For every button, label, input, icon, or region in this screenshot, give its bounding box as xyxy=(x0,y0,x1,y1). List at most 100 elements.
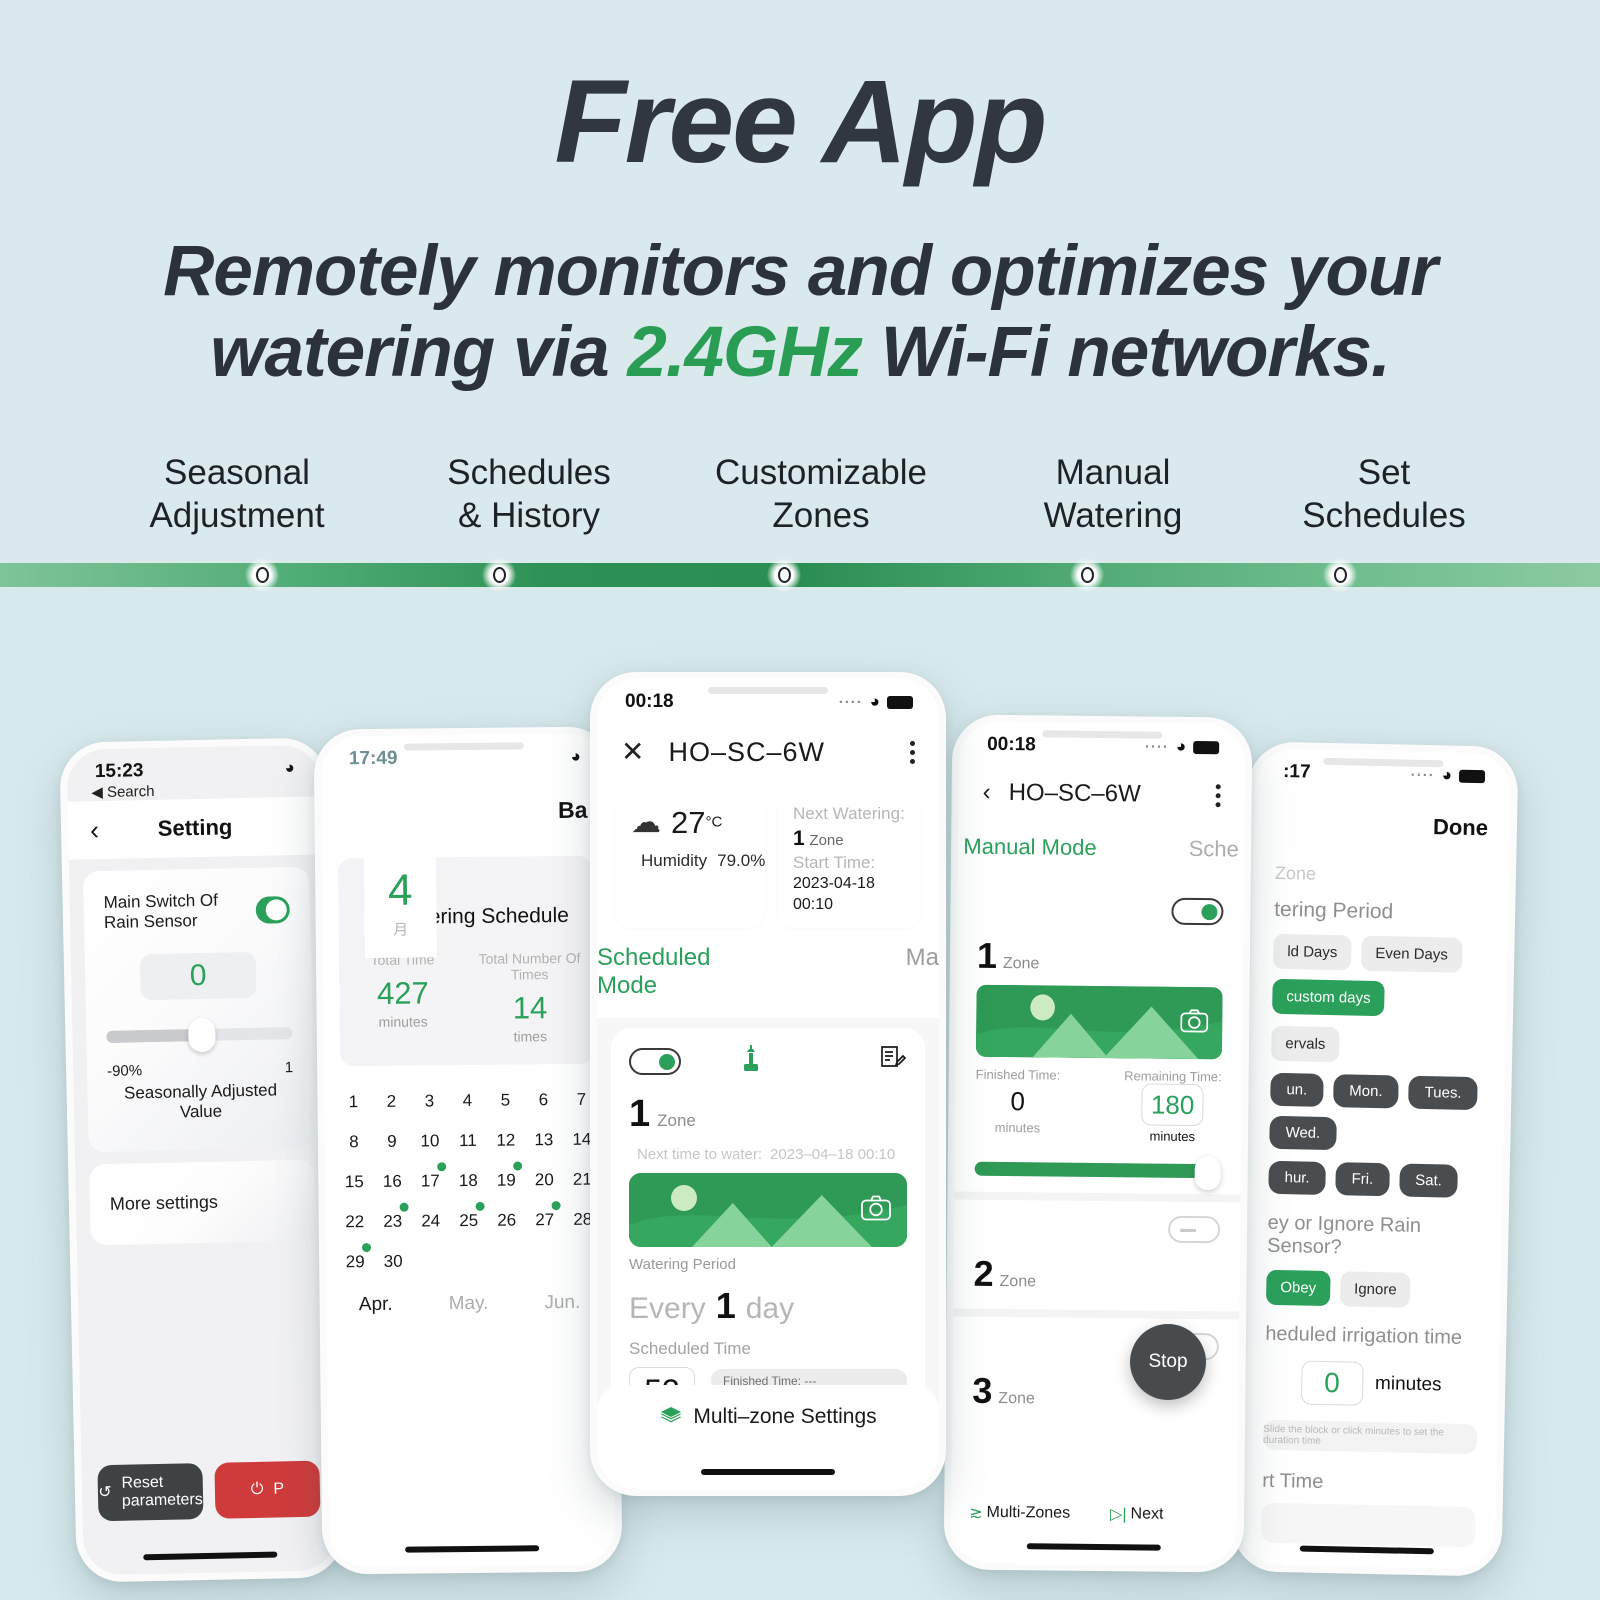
nav-back-label[interactable]: Ba xyxy=(558,796,588,823)
tab-manual-mode[interactable]: Manual Mode xyxy=(963,834,1097,861)
calendar-day[interactable]: 13 xyxy=(525,1130,563,1150)
sprinkler-icon xyxy=(736,1044,766,1079)
day-number: 2 xyxy=(386,1091,397,1111)
calendar-day[interactable]: 11 xyxy=(449,1131,487,1151)
zone-number-row: 1 Zone xyxy=(629,1093,907,1136)
calendar-day-empty xyxy=(450,1251,488,1271)
calendar-day[interactable]: 30 xyxy=(374,1252,412,1272)
next-button[interactable]: ▷| Next xyxy=(1110,1504,1164,1525)
calendar-day[interactable]: 6 xyxy=(524,1090,562,1110)
screen-manual-mode: 00:18 ···· ◕ ‹ HO–SC–6W Manual Mode Sche xyxy=(950,721,1246,1566)
slider-knob[interactable] xyxy=(1194,1156,1221,1191)
calendar-day[interactable]: 16 xyxy=(373,1172,411,1192)
chip-tuesday[interactable]: Tues. xyxy=(1408,1075,1478,1111)
status-icons: ◕ xyxy=(284,758,295,778)
camera-icon[interactable] xyxy=(861,1195,891,1226)
zone-banner-image[interactable] xyxy=(975,984,1223,1060)
calendar-day[interactable]: 17 xyxy=(411,1162,449,1191)
chip-thursday[interactable]: hur. xyxy=(1268,1160,1326,1195)
stat-unit: minutes xyxy=(378,1013,428,1030)
month-tab-jun[interactable]: Jun. xyxy=(544,1292,580,1314)
signal-dots-icon: ···· xyxy=(1144,737,1169,756)
chip-custom-days[interactable]: custom days xyxy=(1272,978,1385,1017)
irrigation-minutes-input[interactable]: 0 xyxy=(1300,1360,1364,1406)
rain-sensor-toggle[interactable] xyxy=(255,895,291,924)
subtitle-highlight: 2.4GHz xyxy=(627,312,863,392)
start-time-field[interactable] xyxy=(1260,1502,1476,1548)
screen-setting: 15:23 ◕ ◀ Search ‹ Setting Main Switch O… xyxy=(66,744,338,1576)
status-time: 15:23 xyxy=(94,760,144,783)
calendar-day[interactable]: 25 xyxy=(450,1201,488,1231)
back-icon[interactable]: ‹ xyxy=(90,815,100,846)
watering-period-caption: Watering Period xyxy=(629,1256,736,1274)
seasonal-value-box[interactable]: 0 xyxy=(139,951,257,1001)
calendar-day[interactable]: 5 xyxy=(486,1090,524,1110)
month-tab-may[interactable]: May. xyxy=(449,1293,489,1315)
more-settings-row[interactable]: More settings xyxy=(89,1159,317,1246)
calendar-day[interactable]: 23 xyxy=(374,1202,412,1232)
seasonal-slider[interactable] xyxy=(106,1017,293,1053)
calendar-day[interactable]: 9 xyxy=(373,1132,411,1152)
calendar-day[interactable]: 1 xyxy=(334,1092,372,1112)
remaining-time-label: Remaining Time: xyxy=(1124,1068,1222,1085)
chip-odd-days[interactable]: ld Days xyxy=(1272,933,1352,971)
close-icon[interactable]: ✕ xyxy=(621,738,644,766)
calendar-day[interactable]: 22 xyxy=(336,1212,374,1232)
reset-parameters-button[interactable]: ↺ Reset parameters xyxy=(97,1463,204,1522)
zone-header-row xyxy=(629,1044,907,1079)
calendar-day[interactable]: 27 xyxy=(526,1201,564,1230)
bottom-action-bar: ≳ Multi-Zones ▷| Next xyxy=(951,1502,1237,1525)
chip-obey[interactable]: Obey xyxy=(1265,1269,1331,1307)
chip-friday[interactable]: Fri. xyxy=(1335,1162,1390,1197)
more-options-icon[interactable] xyxy=(1215,783,1221,807)
zone-toggle[interactable] xyxy=(1171,897,1224,926)
slider-max-label: 1 xyxy=(284,1059,294,1077)
wifi-icon: ◕ xyxy=(284,757,295,778)
calendar-day[interactable]: 20 xyxy=(525,1170,563,1190)
calendar-day-empty xyxy=(488,1250,526,1270)
feature-line-1: Set xyxy=(1357,453,1411,492)
tab-manual-mode[interactable]: Ma xyxy=(906,944,939,1000)
summary-card: 4 月 Watering Schedule Total Time 427 min… xyxy=(337,849,595,1067)
calendar-day[interactable]: 26 xyxy=(488,1210,526,1230)
chip-even-days[interactable]: Even Days xyxy=(1360,935,1463,973)
power-button[interactable]: ⏻ P xyxy=(214,1460,321,1519)
more-options-icon[interactable] xyxy=(910,740,915,764)
calendar-day[interactable]: 10 xyxy=(411,1131,449,1151)
chip-wednesday[interactable]: Wed. xyxy=(1269,1115,1337,1151)
calendar-day[interactable]: 15 xyxy=(335,1172,373,1192)
calendar-day[interactable]: 12 xyxy=(487,1130,525,1150)
next-label: Next xyxy=(1130,1505,1164,1523)
calendar-day[interactable]: 8 xyxy=(335,1132,373,1152)
calendar-day[interactable]: 4 xyxy=(448,1091,486,1111)
calendar-day[interactable]: 2 xyxy=(372,1092,410,1112)
multi-zones-button[interactable]: ≳ Multi-Zones xyxy=(969,1503,1070,1524)
calendar-day[interactable]: 29 xyxy=(336,1243,374,1272)
done-button[interactable]: Done xyxy=(1433,814,1489,841)
zone-toggle[interactable] xyxy=(1167,1215,1221,1244)
calendar-day[interactable]: 19 xyxy=(487,1161,525,1190)
slider-knob[interactable] xyxy=(187,1017,216,1053)
zone-toggle[interactable] xyxy=(629,1048,681,1076)
calendar-day[interactable]: 3 xyxy=(410,1091,448,1111)
tab-scheduled-mode[interactable]: Sche xyxy=(1189,836,1239,863)
layers-icon xyxy=(659,1405,683,1435)
tab-scheduled-mode[interactable]: Scheduled Mode xyxy=(597,944,756,1000)
calendar-day[interactable]: 24 xyxy=(412,1211,450,1231)
duration-slider[interactable] xyxy=(974,1156,1221,1191)
nav-title: Setting xyxy=(157,814,233,841)
chip-ignore[interactable]: Ignore xyxy=(1339,1271,1412,1308)
stop-button[interactable]: Stop xyxy=(1130,1324,1206,1400)
zone-banner-image[interactable] xyxy=(629,1173,907,1248)
calendar-day[interactable]: 18 xyxy=(449,1171,487,1191)
back-icon[interactable]: ‹ xyxy=(983,779,991,807)
edit-document-icon[interactable] xyxy=(877,1044,907,1079)
remaining-time-value[interactable]: 180 xyxy=(1141,1083,1204,1127)
slider-fill xyxy=(974,1161,1202,1179)
chip-saturday[interactable]: Sat. xyxy=(1398,1163,1459,1198)
chip-monday[interactable]: Mon. xyxy=(1332,1074,1399,1109)
camera-icon[interactable] xyxy=(1180,1008,1209,1037)
month-tab-apr[interactable]: Apr. xyxy=(359,1294,393,1316)
chip-intervals[interactable]: ervals xyxy=(1271,1025,1340,1063)
chip-sunday[interactable]: un. xyxy=(1270,1072,1324,1107)
